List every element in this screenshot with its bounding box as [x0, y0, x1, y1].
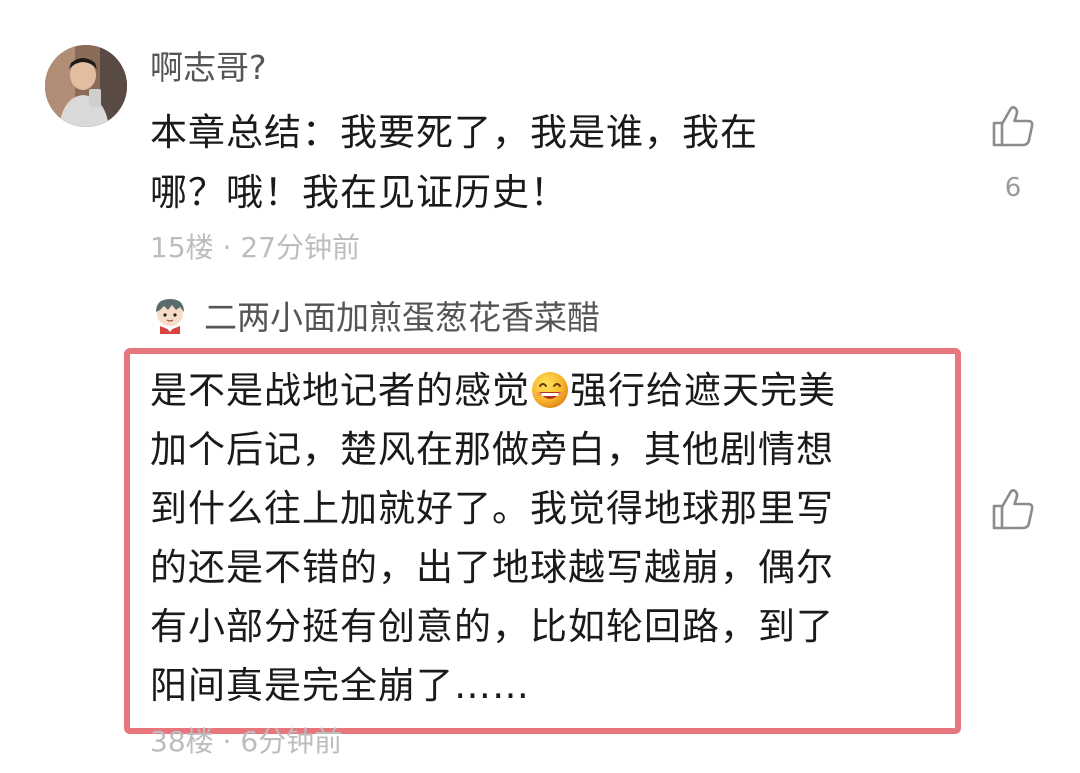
comment-username[interactable]: 啊志哥?	[150, 46, 267, 90]
comment-meta: 15楼 · 27分钟前	[150, 231, 360, 264]
reply-text-segment: 强行给遮天完美	[570, 369, 836, 412]
user-photo-avatar-icon	[45, 45, 127, 127]
thumbs-up-icon	[992, 106, 1034, 147]
grinning-face-emoji-icon	[530, 368, 570, 408]
comment-text-line: 本章总结：我要死了，我是谁，我在	[150, 111, 758, 154]
thumbs-up-icon	[992, 489, 1034, 530]
user-avatar[interactable]	[45, 45, 127, 127]
reply-text-line: 到什么往上加就好了。我觉得地球那里写	[150, 487, 834, 530]
reply-text-segment: 是不是战地记者的感觉	[150, 369, 530, 412]
reply-text-line: 加个后记，楚风在那做旁白，其他剧情想	[150, 428, 834, 471]
cartoon-boy-avatar-icon	[156, 299, 184, 334]
reply-text-line: 的还是不错的，出了地球越写越崩，偶尔	[150, 546, 834, 589]
comment-text-line: 哪？哦！我在见证历史！	[150, 171, 568, 214]
reply-text-line: 是不是战地记者的感觉 强行给遮天完美	[150, 361, 940, 420]
like-button[interactable]	[991, 487, 1035, 531]
reply-text: 是不是战地记者的感觉 强行给遮天完美 加个后记，楚风在那做旁白，其他剧情想 到什…	[150, 361, 940, 715]
reply-text-line: 有小部分挺有创意的，比如轮回路，到了	[150, 605, 834, 648]
reply-text-line: 阳间真是完全崩了……	[150, 664, 530, 707]
reply-meta: 38楼 · 6分钟前	[150, 725, 343, 758]
reply-username[interactable]: 二两小面加煎蛋葱花香菜醋	[204, 296, 600, 340]
like-count: 6	[1004, 173, 1022, 203]
comment-text: 本章总结：我要死了，我是谁，我在 哪？哦！我在见证历史！	[150, 103, 870, 223]
like-button[interactable]	[991, 104, 1035, 148]
reply-avatar[interactable]	[150, 296, 190, 336]
comment-page: 啊志哥? 本章总结：我要死了，我是谁，我在 哪？哦！我在见证历史！ 15楼 · …	[0, 0, 1080, 773]
